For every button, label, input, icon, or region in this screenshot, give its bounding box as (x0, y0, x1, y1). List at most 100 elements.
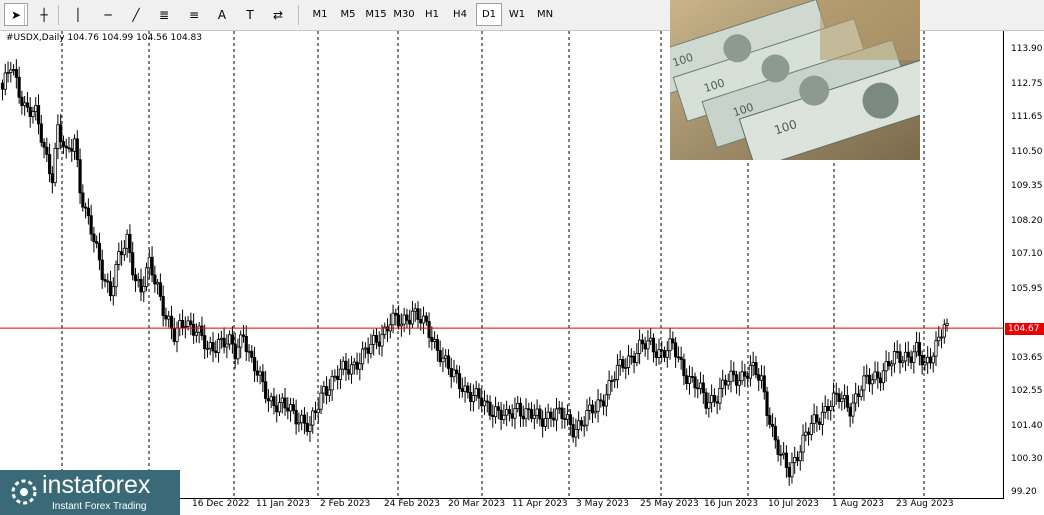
candle (399, 313, 403, 337)
candle (552, 408, 556, 427)
candle (865, 364, 869, 384)
candle (388, 313, 392, 339)
timeframe-h4-button[interactable]: H4 (447, 3, 473, 26)
horizontal-line-tool-button[interactable]: ─ (96, 3, 120, 26)
candle (837, 387, 841, 409)
candle (319, 385, 323, 415)
arrows-tool-button[interactable]: ⇄ (266, 3, 290, 26)
vertical-line-tool-button[interactable]: │ (66, 3, 90, 26)
candle (491, 404, 495, 428)
candle (621, 355, 625, 373)
candle (122, 239, 126, 261)
candle (488, 395, 492, 421)
candle (92, 226, 96, 253)
text-label-tool-button[interactable]: T (238, 3, 262, 26)
watermark-logo: instaforex Instant Forex Trading (0, 470, 180, 515)
y-tick-label: 111.65 (1011, 111, 1043, 122)
candle (78, 148, 82, 204)
fibonacci-expansion-tool-button[interactable]: ≣ (152, 3, 176, 26)
timeframe-m1-button[interactable]: M1 (307, 3, 333, 26)
candle (571, 416, 575, 443)
logo-tagline: Instant Forex Trading (52, 501, 147, 512)
trendline-icon: ╱ (132, 7, 140, 22)
candle (380, 324, 384, 357)
candle (258, 366, 262, 385)
trendline-tool-button[interactable]: ╱ (124, 3, 148, 26)
candle (313, 401, 318, 420)
candle (280, 393, 284, 414)
text-tool-button[interactable]: A (210, 3, 234, 26)
x-tick-label: 3 May 2023 (576, 499, 629, 509)
candle (106, 273, 110, 293)
candle (635, 343, 639, 367)
candle (95, 235, 99, 249)
candle (676, 346, 680, 363)
candle (408, 309, 412, 335)
candle (873, 361, 877, 384)
current-price-label: 104.67 (1005, 323, 1044, 335)
candle (167, 310, 171, 328)
arrows-icon: ⇄ (272, 7, 284, 22)
candle (884, 350, 888, 382)
candle (507, 405, 512, 422)
candle (726, 373, 730, 390)
candle (427, 312, 431, 348)
candle (912, 345, 916, 374)
candle (372, 329, 376, 356)
candle (823, 395, 827, 419)
timeframe-w1-button[interactable]: W1 (504, 3, 530, 26)
candle (178, 313, 182, 337)
candle (638, 329, 642, 365)
candle (942, 319, 946, 344)
candle (532, 404, 536, 430)
candle (482, 390, 487, 416)
candle (59, 114, 63, 150)
candle (460, 377, 464, 398)
timeframe-m15-button[interactable]: M15 (363, 3, 389, 26)
candle (70, 138, 74, 162)
candle (25, 92, 30, 113)
candle (787, 462, 791, 486)
candle (228, 330, 232, 350)
candle (859, 385, 863, 401)
candle (582, 416, 586, 437)
candle (906, 341, 910, 367)
candle (668, 327, 672, 360)
candle (269, 392, 273, 409)
text-icon: A (217, 7, 227, 22)
candle (518, 397, 523, 427)
y-tick-label: 102.55 (1011, 386, 1043, 397)
candle (308, 415, 312, 442)
timeframe-d1-button[interactable]: D1 (476, 3, 502, 26)
candle (156, 279, 160, 295)
candle (740, 360, 744, 385)
candle (493, 396, 498, 424)
y-tick-label: 100.30 (1011, 453, 1043, 464)
timeframe-h1-button[interactable]: H1 (419, 3, 445, 26)
candle (61, 135, 66, 155)
candle (790, 452, 794, 484)
candle (330, 369, 334, 402)
candle (153, 265, 157, 293)
candle (563, 407, 567, 429)
timeframe-m30-button[interactable]: M30 (391, 3, 417, 26)
fibonacci-fan-tool-button[interactable]: ≡ (182, 3, 206, 26)
candle (804, 422, 808, 442)
candle (291, 398, 295, 415)
timeframe-mn-button[interactable]: MN (532, 3, 558, 26)
candle (247, 344, 251, 362)
candle (901, 355, 905, 368)
candle (795, 451, 800, 467)
candle (577, 411, 581, 440)
candle (133, 268, 138, 292)
candle (360, 341, 365, 371)
candle (266, 389, 271, 412)
crosshair-tool-button[interactable]: ┼ (32, 3, 56, 26)
candle (710, 384, 714, 413)
x-tick-label: 24 Feb 2023 (384, 499, 441, 509)
candle (829, 400, 833, 421)
candle (812, 403, 816, 434)
timeframe-m5-button[interactable]: M5 (335, 3, 361, 26)
candle (898, 343, 902, 374)
candle (707, 392, 711, 418)
